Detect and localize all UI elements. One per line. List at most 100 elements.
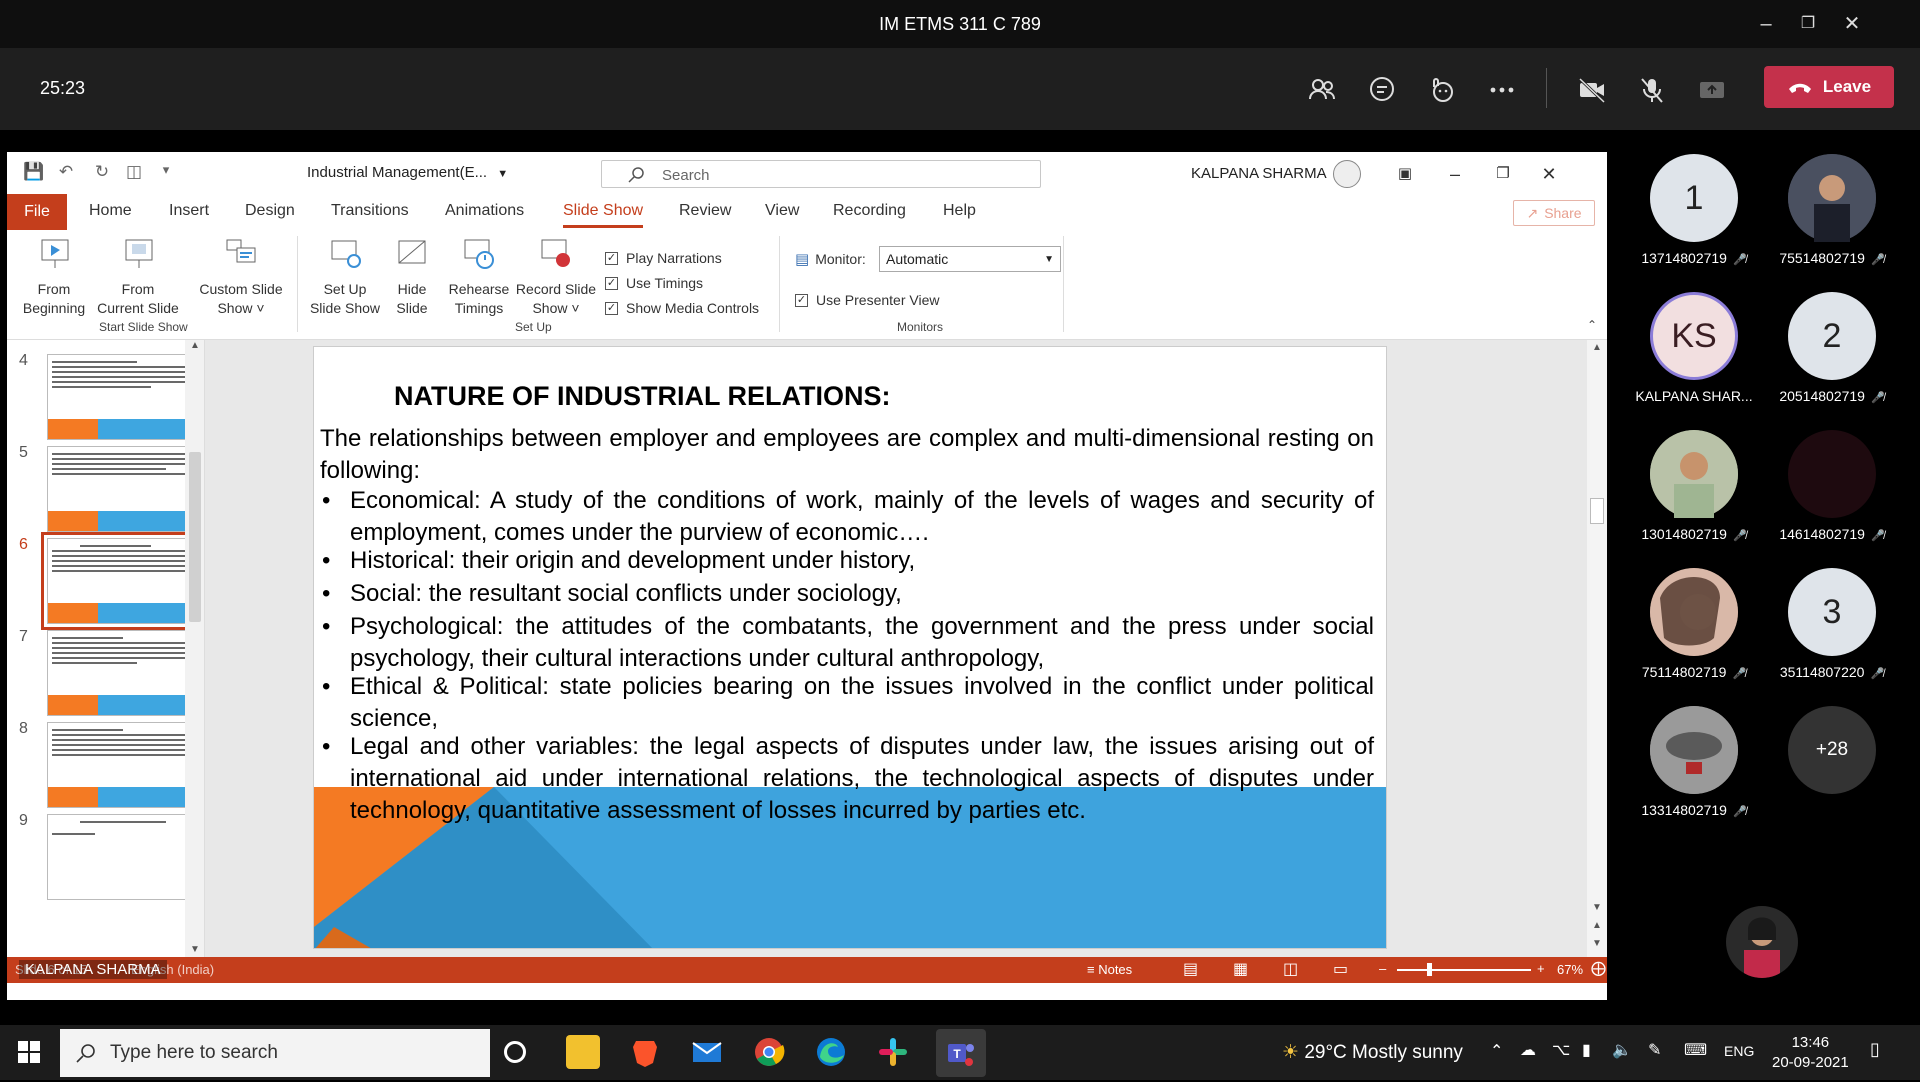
ppt-restore-icon[interactable]: ❐	[1491, 162, 1515, 186]
scroll-up-icon[interactable]: ▲	[190, 340, 200, 351]
scroll-down-icon[interactable]: ▼	[1592, 902, 1602, 913]
slide-canvas[interactable]: NATURE OF INDUSTRIAL RELATIONS: The rela…	[313, 346, 1387, 949]
mail-icon[interactable]	[690, 1035, 724, 1069]
volume-icon[interactable]: 🔈	[1612, 1040, 1632, 1060]
windows-start-icon[interactable]	[18, 1041, 40, 1068]
restore-icon[interactable]: ❐	[1796, 12, 1820, 36]
previous-slide-icon[interactable]: ▲	[1592, 920, 1602, 931]
participant-tile[interactable]: 3 35114807220 🎤̸	[1762, 568, 1902, 680]
slide-sorter-icon[interactable]: ▦	[1233, 959, 1248, 979]
rehearse-timings-button[interactable]: Rehearse Timings	[443, 236, 515, 318]
zoom-slider-thumb[interactable]	[1427, 963, 1432, 976]
onedrive-icon[interactable]: ☁	[1520, 1040, 1536, 1060]
slide-thumbnail[interactable]	[47, 630, 199, 716]
camera-off-icon[interactable]	[1574, 72, 1610, 108]
reading-view-icon[interactable]: ◫	[1283, 959, 1298, 979]
self-view-avatar[interactable]	[1726, 906, 1798, 978]
notes-button[interactable]: ≡ Notes	[1087, 962, 1132, 977]
weather-widget[interactable]: ☀ 29°C Mostly sunny	[1282, 1041, 1463, 1064]
normal-view-icon[interactable]: ▤	[1183, 959, 1198, 979]
participants-icon[interactable]	[1304, 72, 1340, 108]
ppt-close-icon[interactable]: ✕	[1537, 162, 1561, 186]
notification-icon[interactable]: ▯	[1870, 1039, 1880, 1060]
edge-icon[interactable]	[814, 1035, 848, 1069]
scrollbar-thumb[interactable]	[189, 452, 201, 622]
slide-thumbnail[interactable]	[47, 814, 199, 900]
undo-icon[interactable]: ↶	[55, 162, 77, 184]
participant-tile[interactable]: 13314802719 🎤̸	[1624, 706, 1764, 818]
participant-tile[interactable]: 2 20514802719 🎤̸	[1762, 292, 1902, 404]
fit-slide-icon[interactable]: ⨁	[1591, 959, 1606, 977]
taskbar-clock[interactable]: 13:46 20-09-2021	[1772, 1033, 1849, 1073]
tab-review[interactable]: Review	[679, 202, 731, 220]
chrome-icon[interactable]	[752, 1035, 786, 1069]
minimize-icon[interactable]: –	[1754, 12, 1778, 36]
zoom-level[interactable]: 67%	[1557, 962, 1583, 977]
tab-help[interactable]: Help	[943, 202, 976, 220]
document-title[interactable]: Industrial Management(E... ▼	[307, 164, 508, 181]
zoom-slider[interactable]	[1397, 969, 1531, 971]
account-name[interactable]: KALPANA SHARMA	[1191, 165, 1327, 182]
teams-icon[interactable]: T	[936, 1029, 986, 1077]
share-tray-icon[interactable]	[1694, 72, 1730, 108]
participant-tile[interactable]: 13014802719 🎤̸	[1624, 430, 1764, 542]
scroll-up-icon[interactable]: ▲	[1592, 342, 1602, 353]
pen-icon[interactable]: ✎	[1648, 1040, 1661, 1060]
play-narrations-checkbox[interactable]: ✓ Play Narrations	[605, 250, 722, 266]
reactions-icon[interactable]	[1424, 72, 1460, 108]
tab-design[interactable]: Design	[245, 202, 295, 220]
tab-slide-show[interactable]: Slide Show	[563, 202, 644, 228]
tab-view[interactable]: View	[765, 202, 799, 220]
zoom-out-icon[interactable]: –	[1379, 961, 1386, 976]
input-language[interactable]: ENG	[1724, 1043, 1754, 1059]
leave-button[interactable]: Leave	[1764, 66, 1894, 108]
scroll-down-icon[interactable]: ▼	[190, 944, 200, 955]
battery-icon[interactable]: ▮	[1582, 1040, 1591, 1060]
tab-insert[interactable]: Insert	[169, 202, 209, 220]
participant-tile[interactable]: 75514802719 🎤̸	[1762, 154, 1902, 266]
keyboard-icon[interactable]: ⌨	[1684, 1040, 1707, 1060]
participant-tile[interactable]: 14614802719 🎤̸	[1762, 430, 1902, 542]
account-avatar[interactable]	[1333, 160, 1361, 188]
participant-tile-presenter[interactable]: KS KALPANA SHAR...	[1624, 292, 1764, 404]
tab-recording[interactable]: Recording	[833, 202, 906, 220]
search-input[interactable]: Search	[601, 160, 1041, 188]
present-icon[interactable]: ◫	[123, 162, 145, 184]
from-beginning-button[interactable]: From Beginning	[13, 236, 95, 318]
hide-slide-button[interactable]: Hide Slide	[385, 236, 439, 318]
mic-off-icon[interactable]	[1634, 72, 1670, 108]
show-media-controls-checkbox[interactable]: ✓ Show Media Controls	[605, 300, 759, 316]
tab-home[interactable]: Home	[89, 202, 132, 220]
slide-thumbnail[interactable]	[47, 354, 199, 440]
custom-slide-show-button[interactable]: Custom Slide Show ˅	[191, 236, 291, 318]
ribbon-display-icon[interactable]: ▣	[1393, 162, 1417, 186]
thumbnail-scrollbar[interactable]: ▲ ▼	[185, 340, 204, 957]
scrollbar-thumb[interactable]	[1590, 498, 1604, 524]
tab-animations[interactable]: Animations	[445, 202, 524, 220]
next-slide-icon[interactable]: ▼	[1592, 938, 1602, 949]
slide-thumbnail[interactable]	[47, 722, 199, 808]
use-timings-checkbox[interactable]: ✓ Use Timings	[605, 275, 703, 291]
wifi-icon[interactable]: ⌥	[1552, 1040, 1570, 1060]
presenter-view-checkbox[interactable]: ✓ Use Presenter View	[795, 292, 939, 308]
brave-browser-icon[interactable]	[628, 1035, 662, 1069]
slideshow-view-icon[interactable]: ▭	[1333, 959, 1348, 979]
save-icon[interactable]: 💾	[23, 162, 45, 184]
task-view-icon[interactable]	[504, 1041, 526, 1063]
collapse-ribbon-icon[interactable]: ⌃	[1587, 318, 1597, 332]
tray-chevron-icon[interactable]: ⌃	[1490, 1041, 1503, 1061]
ppt-minimize-icon[interactable]: –	[1443, 162, 1467, 186]
taskbar-search-input[interactable]: Type here to search	[60, 1029, 490, 1077]
chat-icon[interactable]	[1364, 72, 1400, 108]
zoom-in-icon[interactable]: +	[1537, 961, 1545, 976]
share-button[interactable]: ↗ Share	[1513, 200, 1595, 226]
customize-qat-icon[interactable]: ▾	[155, 162, 177, 184]
setup-slide-show-button[interactable]: Set Up Slide Show	[303, 236, 387, 318]
more-participants-tile[interactable]: +28	[1762, 706, 1902, 794]
tab-transitions[interactable]: Transitions	[331, 202, 409, 220]
participant-tile[interactable]: 1 13714802719 🎤̸	[1624, 154, 1764, 266]
file-explorer-icon[interactable]	[566, 1035, 600, 1069]
record-slide-show-button[interactable]: Record Slide Show ˅	[511, 236, 601, 318]
slide-thumbnail-selected[interactable]	[41, 532, 204, 630]
tab-file[interactable]: File	[7, 194, 67, 230]
